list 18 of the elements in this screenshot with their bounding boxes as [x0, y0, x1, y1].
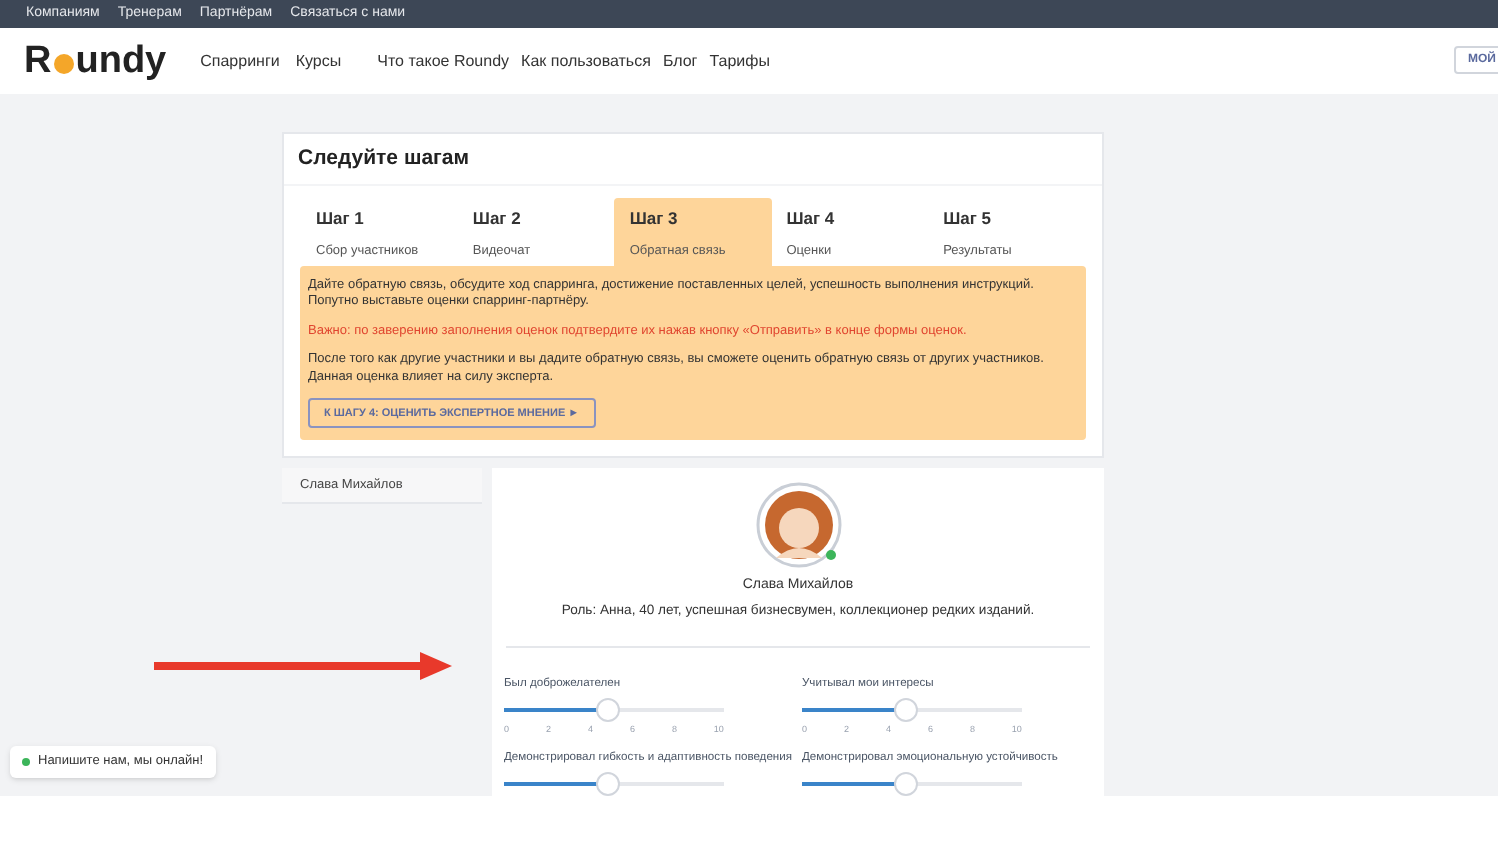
nav-link[interactable]: Курсы — [295, 49, 342, 73]
rating-slider[interactable] — [802, 771, 1022, 796]
card-title: Следуйте шагам — [298, 143, 470, 174]
arrow-icon — [154, 652, 452, 680]
rating-slider[interactable] — [504, 771, 724, 796]
rating-slider[interactable] — [802, 697, 1022, 722]
logo[interactable]: R undy — [24, 42, 167, 80]
nav-link[interactable]: Что такое Roundy — [377, 49, 510, 73]
slider-thumb[interactable] — [595, 697, 620, 722]
rating-slider[interactable] — [504, 697, 724, 722]
slider-thumb[interactable] — [893, 771, 918, 796]
avatar-icon — [755, 482, 841, 569]
nav-link[interactable]: Как пользоваться — [521, 49, 651, 73]
nav-link[interactable]: Спарринги — [200, 49, 280, 73]
nav-link[interactable]: Блог — [662, 49, 698, 73]
slider-thumb[interactable] — [893, 697, 918, 722]
slider-thumb[interactable] — [595, 771, 620, 796]
nav-link[interactable]: Тарифы — [709, 49, 770, 73]
